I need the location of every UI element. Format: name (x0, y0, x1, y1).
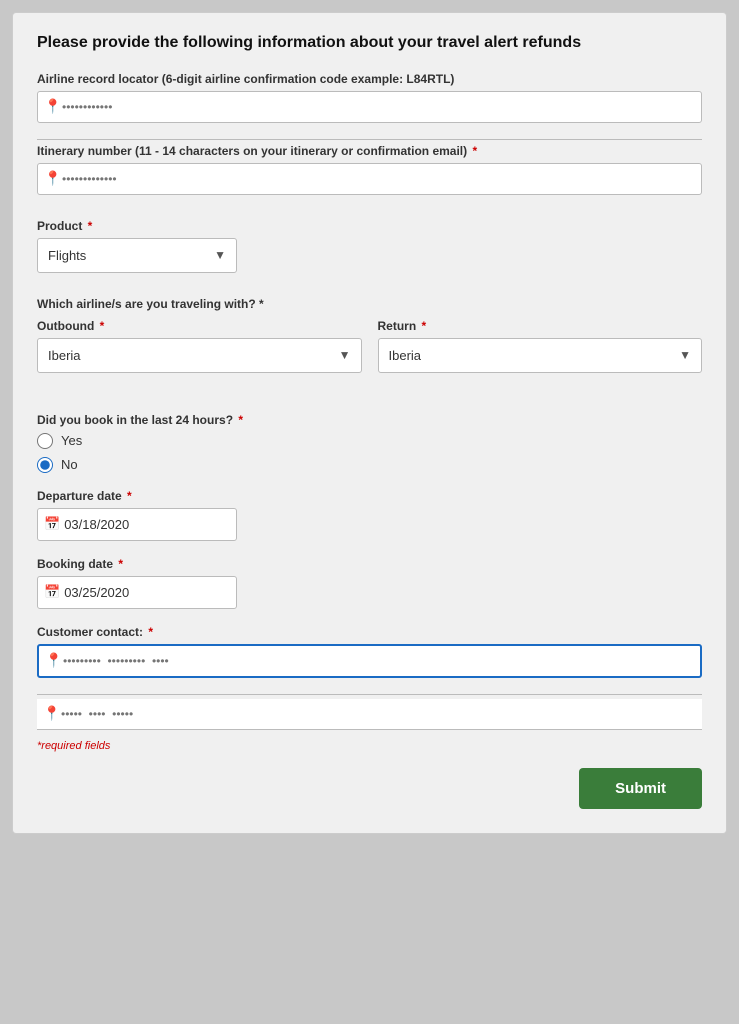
radio-no[interactable] (37, 457, 53, 473)
booking-date-input[interactable] (60, 577, 236, 608)
departure-date-field: Departure date * 📅 (37, 489, 702, 541)
page-title: Please provide the following information… (37, 33, 702, 54)
airline-record-label: Airline record locator (6-digit airline … (37, 72, 702, 86)
departure-date-label: Departure date * (37, 489, 702, 503)
customer-contact-1-input[interactable] (59, 646, 700, 676)
divider-1 (37, 139, 702, 140)
pin-icon-4: 📍 (37, 705, 57, 722)
return-field: Return * Iberia American Airlines Delta … (378, 319, 703, 373)
booking-date-wrapper: 📅 (37, 576, 237, 609)
calendar-icon-2: 📅 (38, 584, 60, 600)
booked-24-label: Did you book in the last 24 hours? * (37, 413, 702, 427)
airline-record-input-wrapper: 📍 (37, 91, 702, 123)
product-select[interactable]: Flights Hotels Car Rental Packages (38, 239, 236, 272)
customer-contact-label: Customer contact: * (37, 625, 702, 639)
radio-yes-label: Yes (61, 433, 82, 448)
booked-24-field: Did you book in the last 24 hours? * Yes… (37, 413, 702, 473)
calendar-icon-1: 📅 (38, 516, 60, 532)
radio-no-label: No (61, 457, 78, 472)
customer-contact-1-wrapper: 📍 (37, 644, 702, 678)
airline-record-field: Airline record locator (6-digit airline … (37, 72, 702, 123)
departure-date-input[interactable] (60, 509, 236, 540)
radio-yes-item[interactable]: Yes (37, 433, 702, 449)
airline-selects-row: Outbound * Iberia American Airlines Delt… (37, 319, 702, 389)
itinerary-field: Itinerary number (11 - 14 characters on … (37, 144, 702, 195)
product-required: * (84, 219, 92, 233)
customer-contact-field: Customer contact: * 📍 (37, 625, 702, 678)
airline-question-group: Which airline/s are you traveling with? … (37, 297, 702, 389)
outbound-label: Outbound * (37, 319, 362, 333)
form-card: Please provide the following information… (12, 12, 727, 834)
pin-icon-2: 📍 (38, 170, 58, 187)
return-select[interactable]: Iberia American Airlines Delta United Ot… (379, 339, 702, 372)
radio-yes[interactable] (37, 433, 53, 449)
itinerary-required: * (469, 144, 477, 158)
divider-2 (37, 694, 702, 695)
booking-date-label: Booking date * (37, 557, 702, 571)
pin-icon-3: 📍 (39, 652, 59, 669)
customer-contact-2-input[interactable] (57, 699, 702, 729)
booked-24-radio-group: Yes No (37, 433, 702, 473)
outbound-select-wrapper: Iberia American Airlines Delta United Ot… (37, 338, 362, 373)
return-label: Return * (378, 319, 703, 333)
product-label: Product * (37, 219, 702, 233)
departure-date-wrapper: 📅 (37, 508, 237, 541)
itinerary-label: Itinerary number (11 - 14 characters on … (37, 144, 702, 158)
required-note: *required fields (37, 740, 702, 752)
itinerary-input[interactable] (58, 164, 701, 194)
radio-no-item[interactable]: No (37, 457, 702, 473)
outbound-select[interactable]: Iberia American Airlines Delta United Ot… (38, 339, 361, 372)
customer-contact-2-wrapper: 📍 (37, 699, 702, 730)
itinerary-input-wrapper: 📍 (37, 163, 702, 195)
airline-record-input[interactable] (58, 92, 701, 122)
product-select-wrapper: Flights Hotels Car Rental Packages ▼ (37, 238, 237, 273)
booking-date-field: Booking date * 📅 (37, 557, 702, 609)
outbound-field: Outbound * Iberia American Airlines Delt… (37, 319, 362, 373)
return-select-wrapper: Iberia American Airlines Delta United Ot… (378, 338, 703, 373)
airline-question-label: Which airline/s are you traveling with? … (37, 297, 702, 311)
pin-icon-1: 📍 (38, 98, 58, 115)
submit-button[interactable]: Submit (579, 768, 702, 809)
product-field: Product * Flights Hotels Car Rental Pack… (37, 219, 702, 273)
submit-row: Submit (37, 768, 702, 809)
